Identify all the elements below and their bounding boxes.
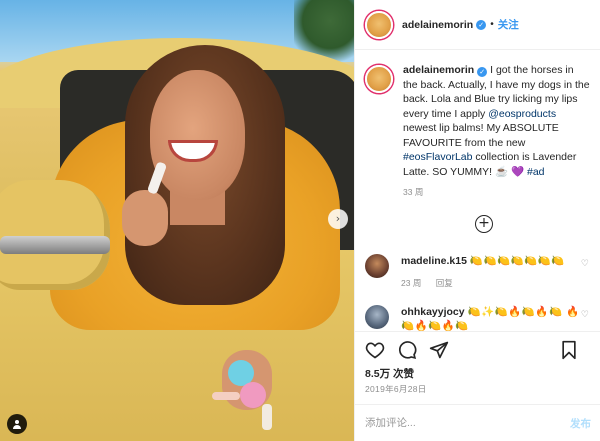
face: [150, 70, 245, 200]
plus-circle-icon[interactable]: +: [475, 215, 493, 233]
comments-section[interactable]: adelainemorin ✓ I got the horses in the b…: [355, 51, 600, 331]
post-photo[interactable]: ›: [0, 0, 354, 441]
comment-username[interactable]: ohhkayyjocy: [401, 306, 465, 318]
post-comment-button[interactable]: 发布: [570, 416, 591, 431]
header-username[interactable]: adelainemorin: [402, 19, 473, 31]
like-count[interactable]: 8.5万 次赞: [365, 366, 414, 381]
comment-body: madeline.k15 🍋🍋🍋🍋🍋🍋🍋 23 周 回复: [401, 254, 581, 290]
lip-balm-stick-pink: [212, 392, 240, 400]
comment-text: 🍋🍋🍋🍋🍋🍋🍋: [469, 255, 565, 267]
avatar[interactable]: [365, 65, 393, 93]
lip-balm-stick-white: [262, 404, 272, 430]
avatar[interactable]: [365, 10, 393, 39]
hand-left: [122, 190, 168, 246]
list-item: madeline.k15 🍋🍋🍋🍋🍋🍋🍋 23 周 回复 ♡: [365, 254, 595, 290]
caption-timestamp[interactable]: 33 周: [403, 185, 591, 200]
caption-username[interactable]: adelainemorin: [403, 64, 474, 76]
verified-badge-icon: ✓: [477, 67, 488, 77]
separator-dot: •: [490, 19, 494, 30]
action-bar: [355, 331, 600, 367]
heart-outline-icon[interactable]: ♡: [581, 310, 589, 320]
caption-mention-link[interactable]: @eosproducts: [488, 108, 556, 120]
lip-balm-egg-pink: [240, 382, 266, 408]
caption: adelainemorin ✓ I got the horses in the b…: [355, 51, 600, 200]
verified-badge-icon: ✓: [476, 19, 487, 30]
person-glyph: [13, 419, 21, 429]
reply-button[interactable]: 回复: [436, 278, 453, 288]
comment-username[interactable]: madeline.k15: [401, 255, 467, 267]
post-side-panel: adelainemorin ✓ • 关注 adelainemorin ✓ I go…: [354, 0, 600, 441]
caption-text: adelainemorin ✓ I got the horses in the b…: [403, 63, 591, 200]
list-item: ohhkayyjocy 🍋✨🍋🔥🍋🔥🍋 🔥🍋🔥🍋🔥🍋 ♡: [365, 305, 595, 331]
paper-plane-icon[interactable]: [429, 340, 449, 360]
add-comment-bar: 发布: [355, 404, 600, 441]
hashtag-link[interactable]: #eosFlavorLab: [403, 151, 472, 163]
comment-timestamp[interactable]: 23 周: [401, 278, 421, 288]
comment-meta: 23 周 回复: [401, 276, 581, 290]
comment-input[interactable]: [365, 417, 570, 429]
comment-body: ohhkayyjocy 🍋✨🍋🔥🍋🔥🍋 🔥🍋🔥🍋🔥🍋: [401, 305, 581, 331]
comment-bubble-icon[interactable]: [397, 340, 417, 360]
avatar[interactable]: [365, 254, 389, 278]
chevron-right-icon[interactable]: ›: [328, 209, 348, 229]
post-header: adelainemorin ✓ • 关注: [355, 0, 600, 50]
follow-button[interactable]: 关注: [498, 17, 519, 32]
heart-outline-icon[interactable]: ♡: [581, 259, 589, 269]
hashtag-link[interactable]: #ad: [527, 166, 545, 178]
side-mirror-trim: [0, 236, 110, 254]
heart-outline-icon[interactable]: [365, 340, 385, 360]
bookmark-icon[interactable]: [559, 340, 579, 360]
caption-body-2: newest lip balms! My ABSOLUTE FAVOURITE …: [403, 122, 559, 149]
avatar[interactable]: [365, 305, 389, 329]
post-date[interactable]: 2019年6月28日: [365, 383, 427, 395]
side-mirror: [0, 180, 110, 290]
person-tag-icon[interactable]: [7, 414, 27, 434]
